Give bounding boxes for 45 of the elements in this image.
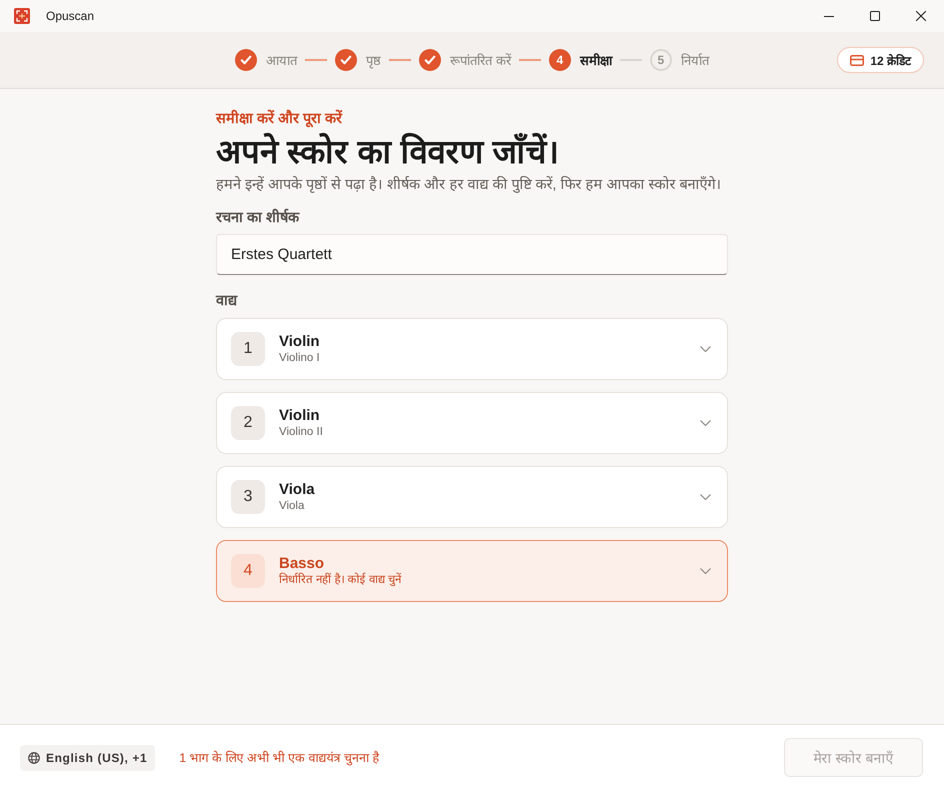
credit-card-icon: [850, 54, 864, 66]
chevron-down-icon: [700, 494, 711, 500]
chevron-down-icon: [700, 346, 711, 352]
warning-text: 1 भाग के लिए अभी भी एक वाद्ययंत्र चुनना है: [179, 750, 380, 766]
window-title: Opuscan: [46, 9, 94, 23]
step-connector: [518, 59, 541, 61]
instrument-card[interactable]: 1 Violin Violino I: [216, 318, 728, 380]
step-number: 5: [650, 49, 672, 71]
section-eyebrow: समीक्षा करें और पूरा करें: [216, 109, 342, 129]
instrument-card[interactable]: 2 Violin Violino II: [216, 392, 728, 454]
step-label: रूपांतरित करें: [450, 52, 511, 69]
maximize-icon: [870, 11, 880, 21]
step-label: समीक्षा: [580, 52, 612, 69]
instrument-detail: Violino II: [279, 424, 323, 440]
step-connector: [389, 59, 412, 61]
instrument-name: Basso: [279, 554, 324, 572]
page-description: हमने इन्हें आपके पृष्ठों से पढ़ा है। शीर्षक और हर वाद्य की पुष्टि करें, फिर हम आपका स्कोर बनाएँगे।: [216, 175, 722, 195]
part-number: 3: [231, 480, 265, 514]
instrument-detail: Viola: [279, 498, 304, 514]
step-number: 4: [548, 49, 571, 71]
chevron-down-icon: [700, 420, 711, 426]
instrument-name: Viola: [279, 480, 315, 498]
language-button[interactable]: English (US), +1: [20, 744, 156, 770]
instrument-card[interactable]: 4 Basso निर्धारित नहीं है। कोई वाद्य चुनें: [216, 540, 728, 602]
instrument-detail: Violino I: [279, 350, 320, 366]
instrument-name: Violin: [279, 406, 320, 424]
instrument-detail: निर्धारित नहीं है। कोई वाद्य चुनें: [279, 572, 401, 588]
part-number: 4: [231, 554, 265, 588]
step-label: निर्यात: [680, 52, 709, 69]
close-icon: [916, 11, 926, 21]
instrument-name: Violin: [279, 332, 320, 350]
chevron-down-icon: [700, 568, 711, 574]
part-number: 2: [231, 406, 265, 440]
part-number: 1: [231, 332, 265, 366]
globe-icon: [28, 752, 40, 764]
section-label: वाद्य: [216, 292, 237, 311]
credits-button[interactable]: 12 क्रेडिट: [837, 47, 924, 73]
step-connector: [305, 59, 328, 61]
instrument-card[interactable]: 3 Viola Viola: [216, 466, 728, 528]
step-label: पृष्ठ: [366, 52, 382, 69]
page-heading: अपने स्कोर का विवरण जाँचें।: [216, 132, 560, 172]
step-label: आयात: [266, 52, 298, 69]
app-logo-icon: [14, 8, 30, 24]
title-input[interactable]: Erstes Quartett: [216, 234, 728, 275]
field-label: रचना का शीर्षक: [216, 208, 300, 228]
